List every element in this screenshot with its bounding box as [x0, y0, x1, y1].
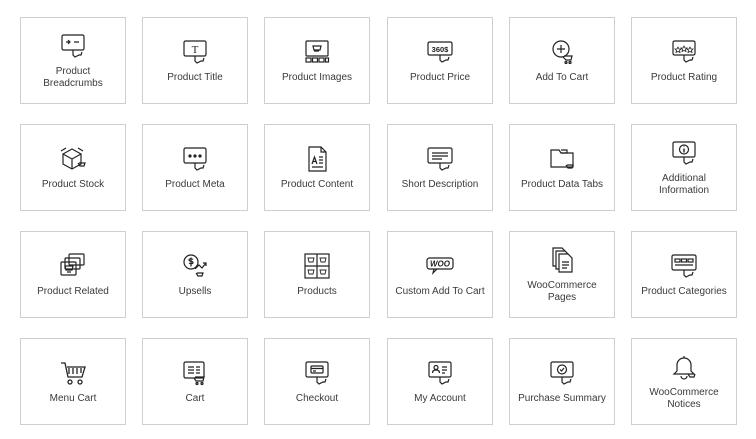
widget-label: Purchase Summary: [518, 392, 606, 404]
widget-tile-short-description[interactable]: Short Description: [387, 124, 493, 211]
data-tabs-icon: [548, 145, 576, 173]
title-glyph: T: [192, 44, 199, 56]
widget-label: Custom Add To Cart: [395, 285, 485, 297]
pages-icon: [548, 246, 576, 274]
woo-badge-icon: WOO: [426, 252, 454, 280]
widget-tile-additional-information[interactable]: Additional Information: [631, 124, 737, 211]
stock-icon: [59, 145, 87, 173]
widget-label: Menu Cart: [49, 392, 97, 404]
checkout-card-icon: [303, 359, 331, 387]
widget-tile-product-content[interactable]: Product Content: [264, 124, 370, 211]
widget-label: WooCommerce Pages: [527, 279, 597, 303]
widget-tile-woocommerce-pages[interactable]: WooCommerce Pages: [509, 231, 615, 318]
widget-label: Product Breadcrumbs: [43, 65, 103, 89]
account-icon: [426, 359, 454, 387]
widget-label: Product Images: [281, 71, 353, 83]
price-glyph: 360$: [432, 45, 450, 54]
widget-label: Upsells: [178, 285, 212, 297]
widget-label: Product Price: [409, 71, 471, 83]
widget-tile-product-data-tabs[interactable]: Product Data Tabs: [509, 124, 615, 211]
related-icon: [59, 252, 87, 280]
products-grid-icon: [303, 252, 331, 280]
widget-tile-product-price[interactable]: 360$ Product Price: [387, 17, 493, 104]
widget-tile-cart[interactable]: Cart: [142, 338, 248, 425]
widget-label: WooCommerce Notices: [649, 386, 719, 410]
widget-label: Product Meta: [165, 178, 225, 190]
widget-tile-product-breadcrumbs[interactable]: Product Breadcrumbs: [20, 17, 126, 104]
widget-tile-purchase-summary[interactable]: Purchase Summary: [509, 338, 615, 425]
widget-label: Additional Information: [658, 172, 710, 196]
cart-list-icon: [181, 359, 209, 387]
widget-tile-product-related[interactable]: Product Related: [20, 231, 126, 318]
widget-label: Short Description: [401, 178, 479, 190]
widget-label: Products: [297, 285, 337, 297]
widget-label: Product Stock: [41, 178, 105, 190]
rating-icon: [670, 38, 698, 66]
cart-icon: [59, 359, 87, 387]
title-icon: T: [181, 38, 209, 66]
widget-tile-upsells[interactable]: Upsells: [142, 231, 248, 318]
widget-tile-product-images[interactable]: Product Images: [264, 17, 370, 104]
categories-icon: [670, 252, 698, 280]
images-icon: [303, 38, 331, 66]
widget-tile-my-account[interactable]: My Account: [387, 338, 493, 425]
upsells-icon: [181, 252, 209, 280]
widget-label: Product Data Tabs: [520, 178, 604, 190]
widget-label: Product Title: [167, 71, 223, 83]
widget-tile-woocommerce-notices[interactable]: WooCommerce Notices: [631, 338, 737, 425]
widget-tile-product-rating[interactable]: Product Rating: [631, 17, 737, 104]
widget-tile-product-stock[interactable]: Product Stock: [20, 124, 126, 211]
meta-icon: [181, 145, 209, 173]
widget-grid: Product Breadcrumbs T Product Title Prod…: [0, 0, 756, 439]
price-icon: 360$: [426, 38, 454, 66]
add-to-cart-icon: [548, 38, 576, 66]
widget-label: Add To Cart: [535, 71, 589, 83]
widget-tile-menu-cart[interactable]: Menu Cart: [20, 338, 126, 425]
short-description-icon: [426, 145, 454, 173]
widget-label: Product Content: [280, 178, 354, 190]
widget-tile-product-title[interactable]: T Product Title: [142, 17, 248, 104]
widget-tile-checkout[interactable]: Checkout: [264, 338, 370, 425]
widget-tile-add-to-cart[interactable]: Add To Cart: [509, 17, 615, 104]
info-icon: [670, 139, 698, 167]
summary-check-icon: [548, 359, 576, 387]
widget-label: Product Rating: [650, 71, 718, 83]
widget-label: My Account: [414, 392, 466, 404]
widget-tile-products[interactable]: Products: [264, 231, 370, 318]
widget-label: Cart: [185, 392, 205, 404]
widget-label: Checkout: [295, 392, 339, 404]
bell-icon: [670, 353, 698, 381]
widget-tile-product-meta[interactable]: Product Meta: [142, 124, 248, 211]
content-icon: [303, 145, 331, 173]
breadcrumb-icon: [59, 32, 87, 60]
widget-label: Product Categories: [641, 285, 727, 297]
widget-label: Product Related: [37, 285, 109, 297]
widget-tile-product-categories[interactable]: Product Categories: [631, 231, 737, 318]
widget-tile-custom-add-to-cart[interactable]: WOO Custom Add To Cart: [387, 231, 493, 318]
woo-glyph: WOO: [430, 259, 451, 268]
